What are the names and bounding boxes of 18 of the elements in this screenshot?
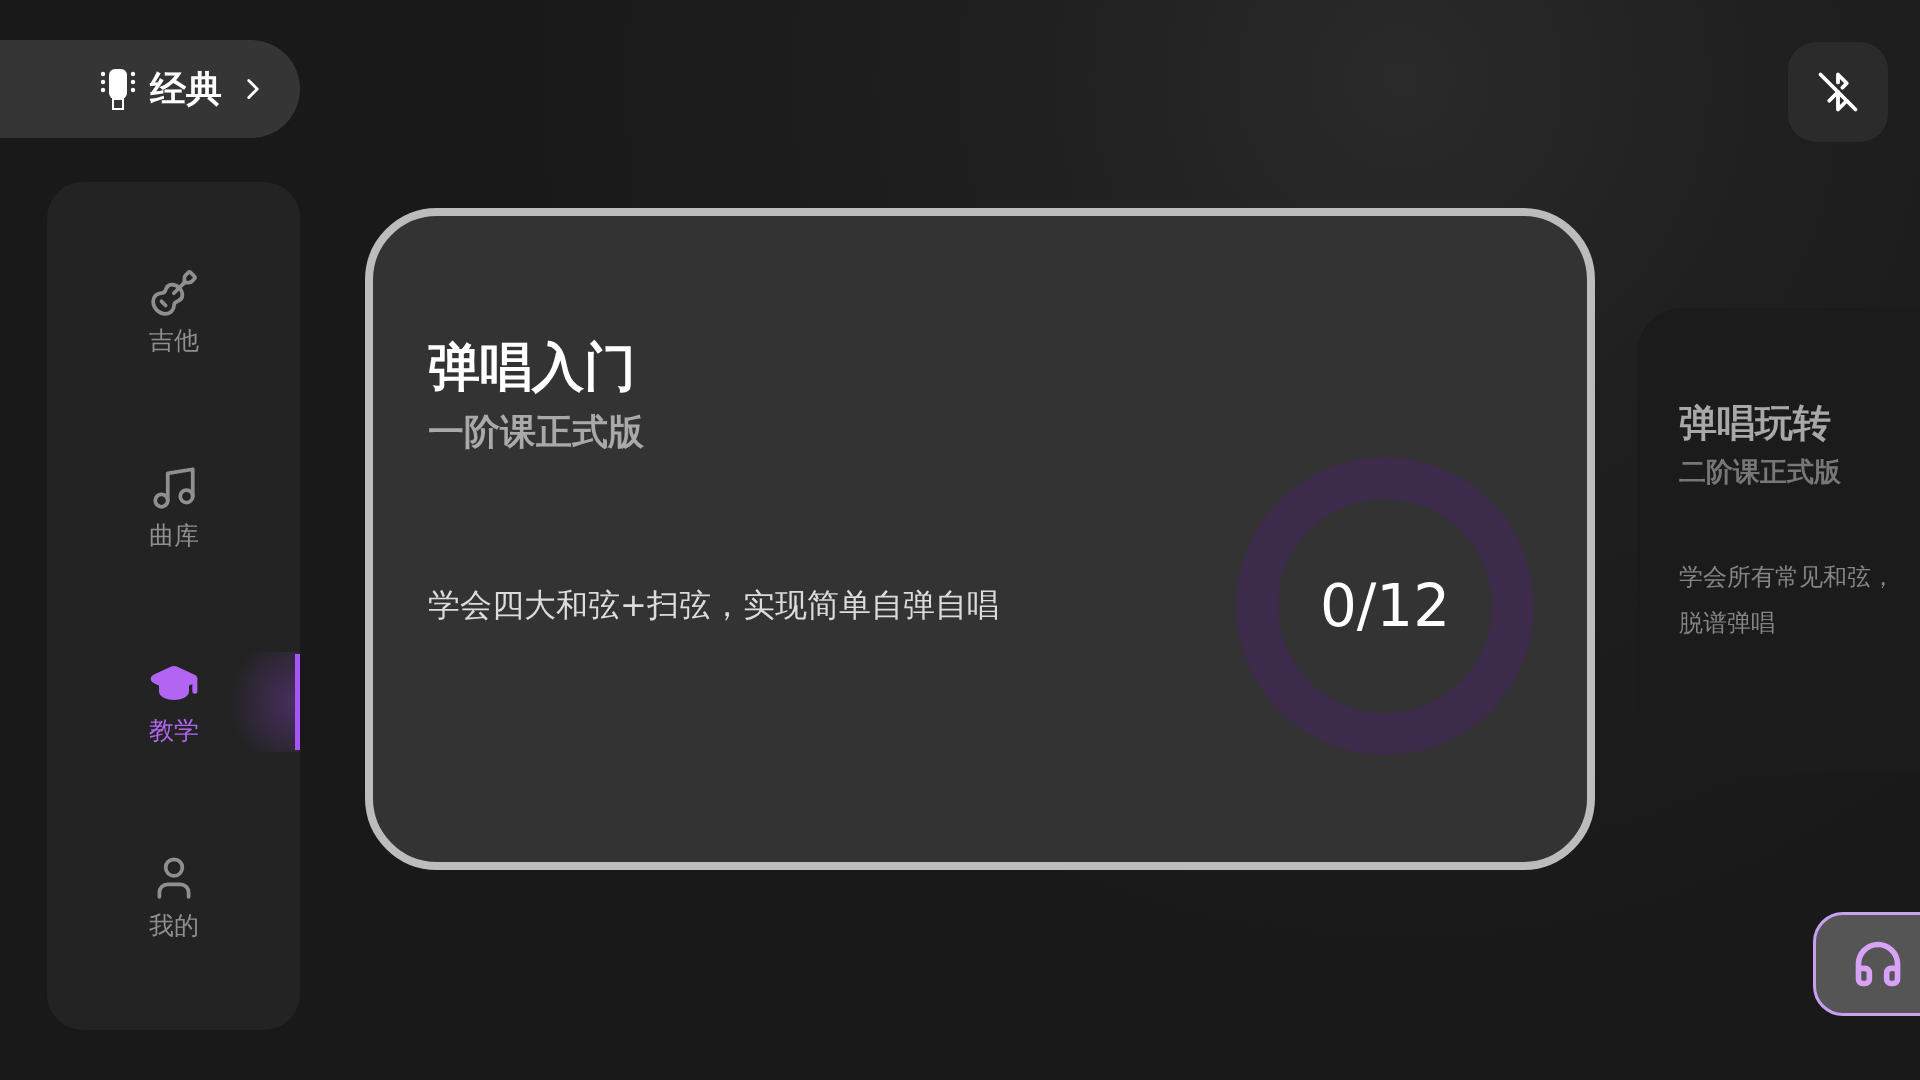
sidebar-item[interactable]: 曲库 [47,457,300,557]
sidebar-item[interactable]: 我的 [47,847,300,947]
course-subtitle: 一阶课正式版 [428,410,645,454]
course-title: 弹唱玩转 [1679,400,1832,447]
sidebar-item[interactable]: 吉他 [47,262,300,362]
bluetooth-off-button[interactable] [1788,42,1888,142]
course-description: 学会四大和弦+扫弦，实现简单自弹自唱 [428,585,999,626]
mode-switch-button[interactable]: 经典 [0,40,300,138]
support-button[interactable] [1813,912,1920,1016]
progress-count: 0/12 [1319,572,1451,640]
guitar-icon [148,267,199,318]
course-title: 弹唱入门 [428,336,637,399]
bluetooth-off-icon [1817,71,1859,113]
course-description: 脱谱弹唱 [1679,608,1776,639]
course-card[interactable]: 弹唱入门 一阶课正式版 学会四大和弦+扫弦，实现简单自弹自唱 0/12 [365,208,1595,870]
guitar-headstock-icon [100,68,136,110]
course-subtitle: 二阶课正式版 [1679,455,1842,489]
course-description: 学会所有常见和弦， [1679,562,1896,593]
